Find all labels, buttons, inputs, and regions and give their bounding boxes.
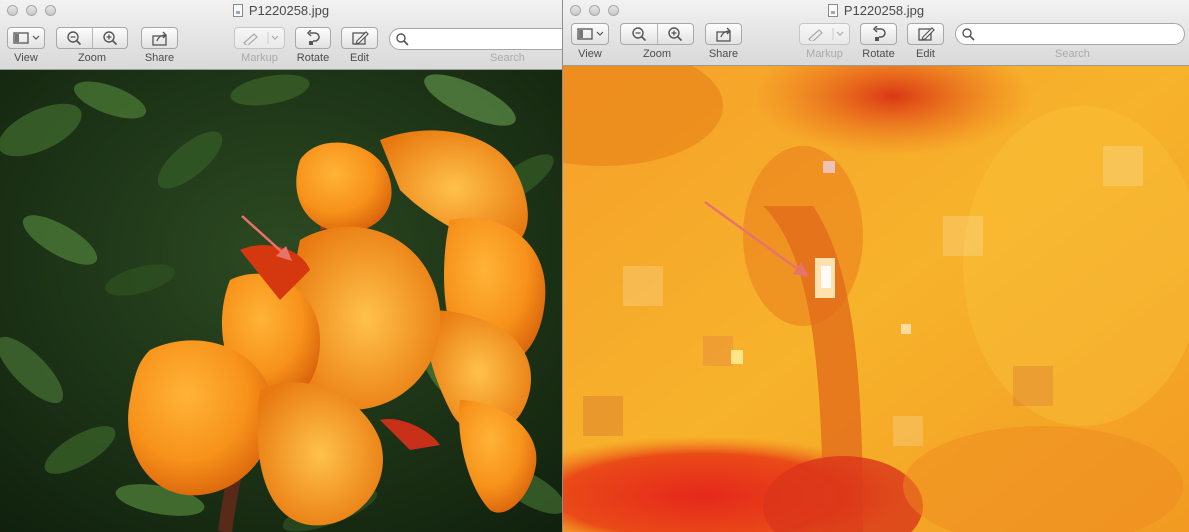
zoom-label: Zoom (77, 52, 107, 64)
zoom-in-button[interactable] (91, 28, 128, 48)
zoom-out-button[interactable] (57, 28, 92, 48)
zoom-control (620, 23, 694, 45)
zoom-out-button[interactable] (621, 24, 657, 44)
search-input[interactable] (978, 26, 1165, 42)
zoom-in-icon (103, 31, 117, 46)
view-button[interactable] (571, 23, 609, 45)
markup-label: Markup (241, 52, 278, 64)
rotate-label: Rotate (296, 52, 330, 64)
zoom-in-button[interactable] (656, 24, 694, 44)
preview-window-zoomed: P1220258.jpg View Zoom Share Markup Rota… (562, 0, 1189, 532)
rotate-label: Rotate (862, 48, 895, 60)
edit-button[interactable] (907, 23, 944, 45)
markup-pen-icon (807, 28, 843, 41)
window-title-text: P1220258.jpg (843, 3, 925, 18)
photo-canna-flower (0, 70, 562, 532)
search-icon (962, 28, 975, 41)
sidebar-view-icon (577, 28, 604, 40)
view-button[interactable] (7, 27, 45, 49)
preview-window-full: P1220258.jpg View Zoom Share Markup Rota… (0, 0, 562, 532)
window-title: P1220258.jpg (0, 3, 562, 18)
search-label: Search (490, 52, 525, 64)
share-label: Share (144, 52, 175, 64)
share-icon (151, 31, 167, 46)
window-title-text: P1220258.jpg (248, 3, 330, 18)
markup-button[interactable] (799, 23, 850, 45)
jpeg-document-icon (232, 4, 243, 17)
sidebar-view-icon (13, 32, 40, 44)
search-label: Search (1055, 48, 1090, 60)
share-icon (715, 27, 731, 42)
zoom-out-icon (67, 31, 82, 46)
zoom-in-icon (668, 27, 683, 42)
share-button[interactable] (141, 27, 178, 49)
edit-icon (917, 27, 935, 41)
share-button[interactable] (705, 23, 742, 45)
edit-button[interactable] (341, 27, 378, 49)
window-title: P1220258.jpg (563, 3, 1189, 18)
rotate-icon (306, 30, 320, 45)
search-field[interactable] (955, 23, 1185, 45)
photo-zoomed-pixels (563, 66, 1189, 532)
jpeg-document-icon (827, 4, 838, 17)
zoom-control (56, 27, 128, 49)
markup-button[interactable] (234, 27, 285, 49)
toolbar: P1220258.jpg View Zoom Share Markup Rota… (0, 0, 562, 70)
toolbar: P1220258.jpg View Zoom Share Markup Rota… (563, 0, 1189, 66)
zoom-out-icon (632, 27, 646, 42)
markup-pen-icon (242, 32, 278, 45)
view-label: View (14, 52, 38, 64)
search-field[interactable] (389, 28, 562, 50)
edit-label: Edit (350, 52, 369, 64)
rotate-button[interactable] (295, 27, 331, 49)
edit-icon (351, 31, 369, 45)
share-label: Share (708, 48, 739, 60)
rotate-icon (872, 26, 886, 41)
zoom-label: Zoom (642, 48, 672, 60)
view-label: View (578, 48, 602, 60)
markup-label: Markup (806, 48, 843, 60)
rotate-button[interactable] (860, 23, 897, 45)
search-input[interactable] (412, 31, 562, 47)
search-icon (396, 33, 409, 46)
edit-label: Edit (916, 48, 935, 60)
